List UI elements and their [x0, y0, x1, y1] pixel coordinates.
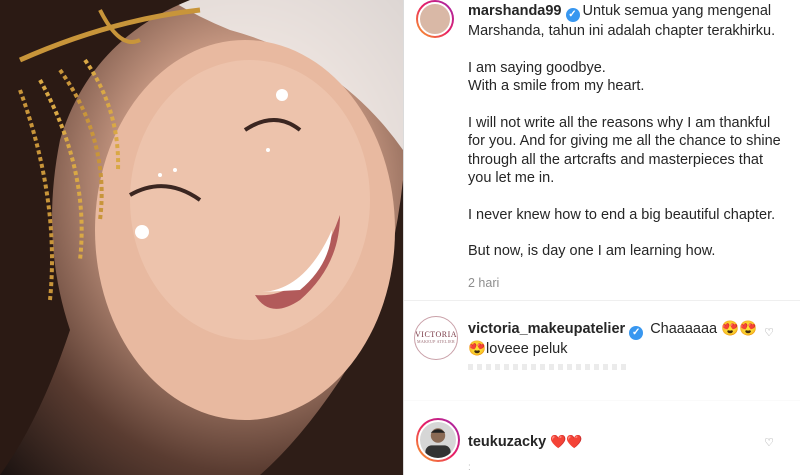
comment-text-line-2: 😍loveee peluk: [468, 341, 568, 357]
verified-badge-icon: ✓: [629, 326, 644, 340]
caption-paragraph-2: I am saying goodbye. With a smile from m…: [468, 59, 645, 95]
comments-divider: [404, 300, 800, 301]
comment-item: teukuzacky ❤️❤️: [468, 432, 788, 452]
author-avatar[interactable]: [418, 2, 452, 36]
comment-meta-faded: [468, 364, 628, 370]
commenter-avatar-victoria[interactable]: VICTORIA MAKEUP ATELIER: [414, 316, 458, 360]
commenter-avatar-teukuzacky[interactable]: [418, 420, 458, 460]
commenter-username[interactable]: victoria_makeupatelier: [468, 321, 625, 337]
verified-badge-icon: ✓: [565, 8, 580, 22]
comment-like-heart-icon[interactable]: ♡: [764, 326, 774, 339]
avatar-person-icon: [425, 428, 451, 458]
author-username[interactable]: marshanda99: [468, 3, 562, 19]
comment-item: victoria_makeupatelier ✓ Chaaaaaa 😍😍 😍lov…: [468, 320, 788, 359]
post-panel: marshanda99 ✓ Untuk semua yang mengenal Ma…: [404, 0, 800, 475]
post-caption: marshanda99 ✓ Untuk semua yang mengenal Ma…: [468, 2, 788, 261]
caption-paragraph-4: I never knew how to end a big beautiful …: [468, 206, 776, 223]
post-photo[interactable]: [0, 0, 403, 475]
post-timestamp[interactable]: 2 hari: [468, 276, 499, 290]
comment-text: ❤️❤️: [550, 434, 583, 449]
comment-like-heart-icon[interactable]: ♡: [764, 436, 774, 449]
commenter-username[interactable]: teukuzacky: [468, 434, 546, 450]
victoria-logo: VICTORIA MAKEUP ATELIER: [415, 330, 458, 344]
comment-text-line-1: Chaaaaaa 😍😍: [650, 321, 758, 337]
caption-paragraph-3: I will not write all the reasons why I a…: [468, 114, 781, 187]
photo-illustration: [0, 0, 403, 475]
comment-meta-faded: :: [468, 462, 471, 473]
comments-spacer: [404, 400, 800, 401]
caption-paragraph-5: But now, is day one I am learning how.: [468, 243, 716, 259]
